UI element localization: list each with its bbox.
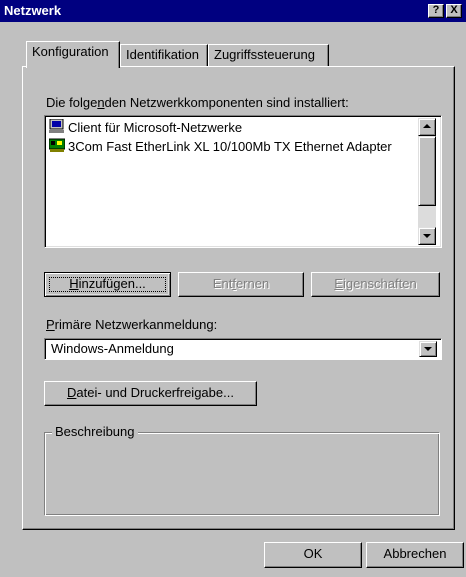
scroll-down-button[interactable] bbox=[418, 227, 436, 245]
list-scrollbar[interactable] bbox=[418, 118, 436, 245]
window-title: Netzwerk bbox=[4, 3, 62, 18]
description-label: Beschreibung bbox=[52, 424, 138, 440]
description-groupbox bbox=[44, 432, 440, 516]
tab-konfiguration[interactable]: Konfiguration bbox=[26, 41, 120, 68]
primary-logon-select[interactable]: Windows-Anmeldung bbox=[44, 338, 442, 360]
list-item-label: 3Com Fast EtherLink XL 10/100Mb TX Ether… bbox=[68, 139, 392, 154]
help-button[interactable]: ? bbox=[428, 4, 444, 18]
tab-identifikation[interactable]: Identifikation bbox=[120, 44, 208, 66]
tab-konfiguration-label: Konfiguration bbox=[32, 44, 109, 59]
add-button[interactable]: Hinzufügen... bbox=[44, 272, 171, 297]
scroll-up-button[interactable] bbox=[418, 118, 436, 136]
scroll-thumb[interactable] bbox=[418, 136, 436, 206]
components-label: Die folgenden Netzwerkkomponenten sind i… bbox=[46, 95, 349, 110]
dropdown-button[interactable] bbox=[419, 341, 437, 357]
tab-identifikation-label: Identifikation bbox=[126, 47, 199, 62]
title-bar[interactable]: Netzwerk ? X bbox=[0, 0, 466, 22]
list-item-label: Client für Microsoft-Netzwerke bbox=[68, 120, 243, 135]
primary-logon-label: Primäre Netzwerkanmeldung: bbox=[46, 317, 218, 332]
remove-button[interactable]: Entfernen bbox=[178, 272, 304, 297]
tab-zugriffssteuerung-label: Zugriffssteuerung bbox=[214, 47, 315, 62]
list-item[interactable]: 3Com Fast EtherLink XL 10/100Mb TX Ether… bbox=[48, 138, 392, 157]
ok-button[interactable]: OK bbox=[264, 542, 362, 568]
cancel-button[interactable]: Abbrechen bbox=[366, 542, 464, 568]
chevron-up-icon bbox=[423, 124, 431, 128]
list-item[interactable]: Client für Microsoft-Netzwerke bbox=[49, 118, 243, 138]
chevron-down-icon bbox=[423, 234, 431, 238]
client-network-icon bbox=[49, 118, 65, 138]
network-adapter-icon bbox=[48, 138, 66, 157]
tab-zugriffssteuerung[interactable]: Zugriffssteuerung bbox=[208, 44, 329, 66]
chevron-down-icon bbox=[424, 347, 432, 351]
primary-logon-value: Windows-Anmeldung bbox=[51, 341, 174, 356]
close-button[interactable]: X bbox=[446, 4, 462, 18]
properties-button[interactable]: Eigenschaften bbox=[311, 272, 440, 297]
components-list[interactable]: Client für Microsoft-Netzwerke 3Com Fast… bbox=[44, 115, 442, 248]
file-print-sharing-button[interactable]: Datei- und Druckerfreigabe... bbox=[44, 381, 257, 406]
